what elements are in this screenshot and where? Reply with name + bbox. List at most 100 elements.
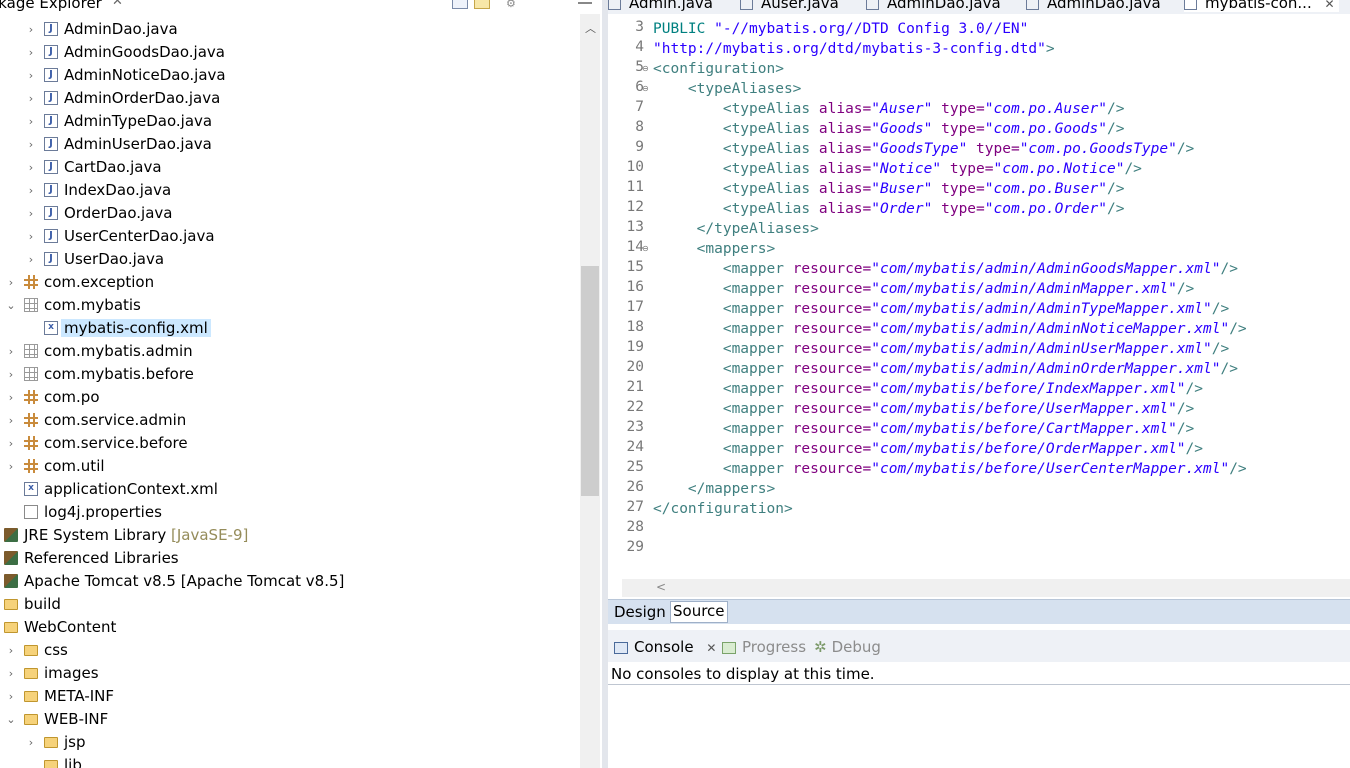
tab-admin-java[interactable]: Admin.java <box>608 0 713 12</box>
xml-source-editor[interactable]: 3 4 5 ⊖ 6 ⊖ 7 8 9 10 11 12 13 14 ⊖ 15 16 17 18 19 20 21 22 23 24… <box>608 14 1350 579</box>
fold-toggle-icon[interactable]: ⊖ <box>642 64 649 73</box>
chevron-right-icon[interactable]: › <box>26 230 36 243</box>
code-text: <mapper resource="com/mybatis/before/Ind… <box>653 379 1203 399</box>
chevron-right-icon[interactable]: › <box>6 414 16 427</box>
tree-item[interactable]: › J AdminTypeDao.java <box>0 110 580 133</box>
scroll-up-icon[interactable]: ︿ <box>585 20 596 36</box>
chevron-right-icon[interactable]: › <box>26 736 36 749</box>
folder-icon <box>44 760 58 768</box>
chevron-right-icon[interactable]: › <box>26 138 36 151</box>
line-number: 8 <box>635 119 644 135</box>
tree-item[interactable]: › J AdminUserDao.java <box>0 133 580 156</box>
tab-close-icon[interactable]: ✕ <box>1325 0 1335 11</box>
chevron-right-icon[interactable]: › <box>6 690 16 703</box>
tree-item[interactable]: › J IndexDao.java <box>0 179 580 202</box>
line-number: 15 <box>626 259 644 275</box>
tree-item[interactable]: › com.po <box>0 386 580 409</box>
package-explorer-close-icon[interactable]: ✕ <box>112 0 123 9</box>
collapse-all-icon[interactable] <box>452 0 468 9</box>
chevron-right-icon[interactable]: › <box>26 23 36 36</box>
chevron-right-icon[interactable]: › <box>26 184 36 197</box>
tab-mybatis-config[interactable]: mybatis-con... ✕ <box>1184 0 1339 12</box>
tree-item[interactable]: Apache Tomcat v8.5 [Apache Tomcat v8.5] <box>0 570 580 593</box>
tree-item[interactable]: › com.util <box>0 455 580 478</box>
tab-debug[interactable]: ✲ Debug <box>814 638 881 656</box>
view-menu-icon[interactable]: ⚙ <box>506 0 520 10</box>
chevron-right-icon[interactable]: › <box>6 644 16 657</box>
tree-item[interactable]: › jsp <box>0 731 580 754</box>
tree-item[interactable]: › J AdminOrderDao.java <box>0 87 580 110</box>
tree-item[interactable]: › META-INF <box>0 685 580 708</box>
chevron-down-icon[interactable]: ⌄ <box>6 713 16 726</box>
scroll-left-icon[interactable]: < <box>656 580 666 594</box>
scrollbar-thumb[interactable] <box>581 266 599 496</box>
tree-item[interactable]: log4j.properties <box>0 501 580 524</box>
tree-item[interactable]: ⌄ WEB-INF <box>0 708 580 731</box>
horizontal-scrollbar[interactable]: < <box>622 579 1350 597</box>
code-token: <mapper <box>722 281 793 297</box>
tree-item[interactable]: › com.exception <box>0 271 580 294</box>
tab-auser-java[interactable]: Auser.java <box>740 0 839 12</box>
chevron-right-icon[interactable]: › <box>26 207 36 220</box>
tree-item[interactable]: › J UserCenterDao.java <box>0 225 580 248</box>
tree-item[interactable]: › com.service.before <box>0 432 580 455</box>
tree-item[interactable]: › J AdminGoodsDao.java <box>0 41 580 64</box>
tree-item[interactable]: JRE System Library [JavaSE-9] <box>0 524 580 547</box>
tab-source[interactable]: Source <box>670 601 728 623</box>
tree-item[interactable]: lib <box>0 754 580 768</box>
chevron-right-icon[interactable]: › <box>6 391 16 404</box>
tree-item[interactable]: › J UserDao.java <box>0 248 580 271</box>
chevron-right-icon[interactable]: › <box>26 46 36 59</box>
tree-item[interactable]: build <box>0 593 580 616</box>
tab-console[interactable]: Console ✕ <box>614 638 716 656</box>
chevron-right-icon[interactable]: › <box>6 437 16 450</box>
tree-item[interactable]: › com.mybatis.before <box>0 363 580 386</box>
tree-item[interactable]: x mybatis-config.xml <box>0 317 580 340</box>
tree-item[interactable]: › com.mybatis.admin <box>0 340 580 363</box>
tab-progress[interactable]: Progress <box>722 638 806 656</box>
tree-item[interactable]: x applicationContext.xml <box>0 478 580 501</box>
tree-item[interactable]: WebContent <box>0 616 580 639</box>
chevron-right-icon[interactable]: › <box>26 253 36 266</box>
tree-item[interactable]: › com.service.admin <box>0 409 580 432</box>
tree-item[interactable]: Referenced Libraries <box>0 547 580 570</box>
chevron-right-icon[interactable]: › <box>6 368 16 381</box>
tree-item-label: log4j.properties <box>44 503 162 521</box>
tree-item[interactable]: › J AdminDao.java <box>0 18 580 41</box>
tree-item[interactable]: › J CartDao.java <box>0 156 580 179</box>
tree-item-label: com.mybatis.before <box>44 365 194 383</box>
tab-design[interactable]: Design <box>612 603 668 621</box>
chevron-right-icon[interactable]: › <box>6 460 16 473</box>
code-token: type= <box>941 101 985 117</box>
progress-icon <box>722 641 736 654</box>
vertical-scrollbar[interactable]: ︿ <box>580 14 600 768</box>
code-token: "com/mybatis/admin/AdminTypeMapper.xml" <box>871 301 1212 317</box>
chevron-right-icon[interactable]: › <box>6 667 16 680</box>
tree-item[interactable]: › images <box>0 662 580 685</box>
fold-toggle-icon[interactable]: ⊖ <box>642 244 649 253</box>
tab-admindao-java[interactable]: AdminDao.java <box>866 0 1001 12</box>
code-text: <typeAlias alias="Buser" type="com.po.Bu… <box>653 179 1125 199</box>
java-file-icon: J <box>44 22 58 36</box>
fold-toggle-icon[interactable]: ⊖ <box>642 84 649 93</box>
link-with-editor-icon[interactable] <box>474 0 490 9</box>
tab-admindao-java-2[interactable]: AdminDao.java <box>1026 0 1161 12</box>
console-close-icon[interactable]: ✕ <box>706 641 716 655</box>
minimize-icon[interactable] <box>578 2 592 4</box>
chevron-right-icon[interactable]: › <box>6 345 16 358</box>
chevron-right-icon[interactable]: › <box>26 115 36 128</box>
library-icon <box>4 574 18 588</box>
tree-item[interactable]: › css <box>0 639 580 662</box>
line-number: 24 <box>626 439 644 455</box>
tree-item[interactable]: ⌄ com.mybatis <box>0 294 580 317</box>
tree-item[interactable]: › J AdminNoticeDao.java <box>0 64 580 87</box>
chevron-right-icon[interactable]: › <box>6 276 16 289</box>
chevron-right-icon[interactable]: › <box>26 69 36 82</box>
code-text: </typeAliases> <box>653 219 819 239</box>
tree-item[interactable]: › J OrderDao.java <box>0 202 580 225</box>
chevron-right-icon[interactable]: › <box>26 161 36 174</box>
code-token: /> <box>1185 441 1204 457</box>
code-token: <mapper <box>722 461 793 477</box>
chevron-down-icon[interactable]: ⌄ <box>6 299 16 312</box>
chevron-right-icon[interactable]: › <box>26 92 36 105</box>
